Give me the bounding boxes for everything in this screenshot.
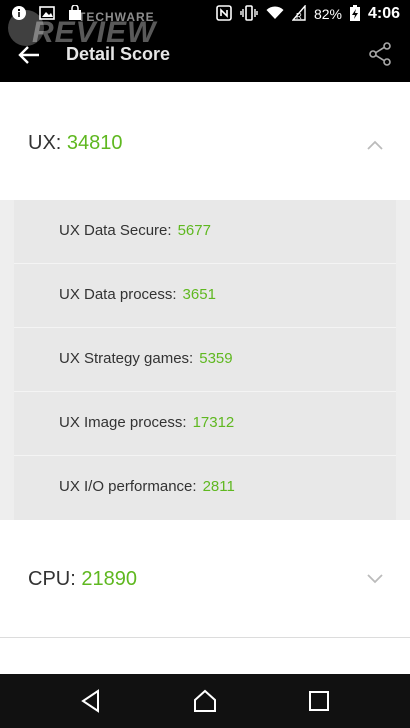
image-icon <box>38 4 56 22</box>
nav-recents-button[interactable] <box>306 688 332 714</box>
ux-subscore-text: UX Data process: 3651 <box>59 286 216 303</box>
info-icon <box>10 4 28 22</box>
ux-subscores-list: UX Data Secure: 5677 UX Data process: 3651… <box>14 200 396 520</box>
ux-subscores-panel: UX Data Secure: 5677 UX Data process: 3651… <box>0 200 410 520</box>
ux-subscore-value: 17312 <box>192 414 235 431</box>
ux-subscore-value: 2811 <box>202 478 235 495</box>
cpu-score: 21890 <box>81 568 137 590</box>
ux-subscore-row: UX Strategy games: 5359 <box>14 328 396 392</box>
battery-percent: 82% <box>313 6 342 22</box>
ux-subscore-label: UX Data Secure: <box>59 222 172 239</box>
svg-text:R: R <box>296 12 302 21</box>
nfc-icon <box>216 4 232 24</box>
cpu-section-header[interactable]: CPU: 21890 <box>0 520 410 638</box>
ux-subscore-value: 5359 <box>199 350 233 367</box>
cpu-score-label: CPU: 21890 <box>28 568 137 591</box>
ux-subscore-text: UX Data Secure: 5677 <box>59 222 211 239</box>
share-button[interactable] <box>368 42 394 68</box>
ux-subscore-text: UX Image process: 17312 <box>59 414 234 431</box>
ux-subscore-label: UX Image process: <box>59 414 187 431</box>
arrow-back-icon <box>18 46 39 64</box>
system-nav-bar <box>0 674 410 728</box>
ux-score: 34810 <box>66 132 123 154</box>
status-bar: R 82% 4:06 <box>0 0 410 28</box>
ux-subscore-row: UX Image process: 17312 <box>14 392 396 456</box>
ux-section-header[interactable]: UX: 34810 <box>0 82 410 200</box>
ux-score-label: UX: 34810 <box>28 132 123 155</box>
triangle-back-icon <box>81 689 99 713</box>
nav-back-button[interactable] <box>78 688 104 714</box>
square-recents-icon <box>309 691 329 711</box>
home-icon <box>194 689 216 712</box>
status-system-icons: R 82% 4:06 <box>216 0 400 28</box>
ux-subscore-label: UX Data process: <box>59 286 177 303</box>
vibrate-icon <box>240 4 258 24</box>
ux-label: UX: <box>28 132 62 154</box>
app-bar: Detail Score <box>0 28 410 82</box>
nav-home-button[interactable] <box>192 688 218 714</box>
ux-subscore-row: UX Data process: 3651 <box>14 264 396 328</box>
share-icon <box>369 42 391 66</box>
chevron-up-icon <box>367 140 383 150</box>
detail-score-content: UX: 34810 UX Data Secure: 5677 UX Data pr… <box>0 82 410 674</box>
cpu-label: CPU: <box>28 568 76 590</box>
ux-subscore-text: UX Strategy games: 5359 <box>59 350 233 367</box>
chevron-down-icon <box>367 574 383 584</box>
shopping-bag-icon <box>66 4 84 22</box>
ux-subscore-label: UX I/O performance: <box>59 478 197 495</box>
ux-subscore-row: UX Data Secure: 5677 <box>14 200 396 264</box>
wifi-icon <box>266 5 284 23</box>
ux-subscore-value: 3651 <box>182 286 216 303</box>
status-notification-icons <box>10 4 84 22</box>
clock: 4:06 <box>367 5 400 22</box>
ux-subscore-row: UX I/O performance: 2811 <box>14 456 396 520</box>
ux-subscore-text: UX I/O performance: 2811 <box>59 478 235 495</box>
ux-subscore-label: UX Strategy games: <box>59 350 194 367</box>
signal-icon: R <box>291 3 306 24</box>
section-divider <box>0 637 410 638</box>
battery-charging-icon <box>349 4 360 24</box>
back-button[interactable] <box>14 40 44 70</box>
page-title: Detail Score <box>66 44 171 64</box>
ux-subscore-value: 5677 <box>177 222 211 239</box>
